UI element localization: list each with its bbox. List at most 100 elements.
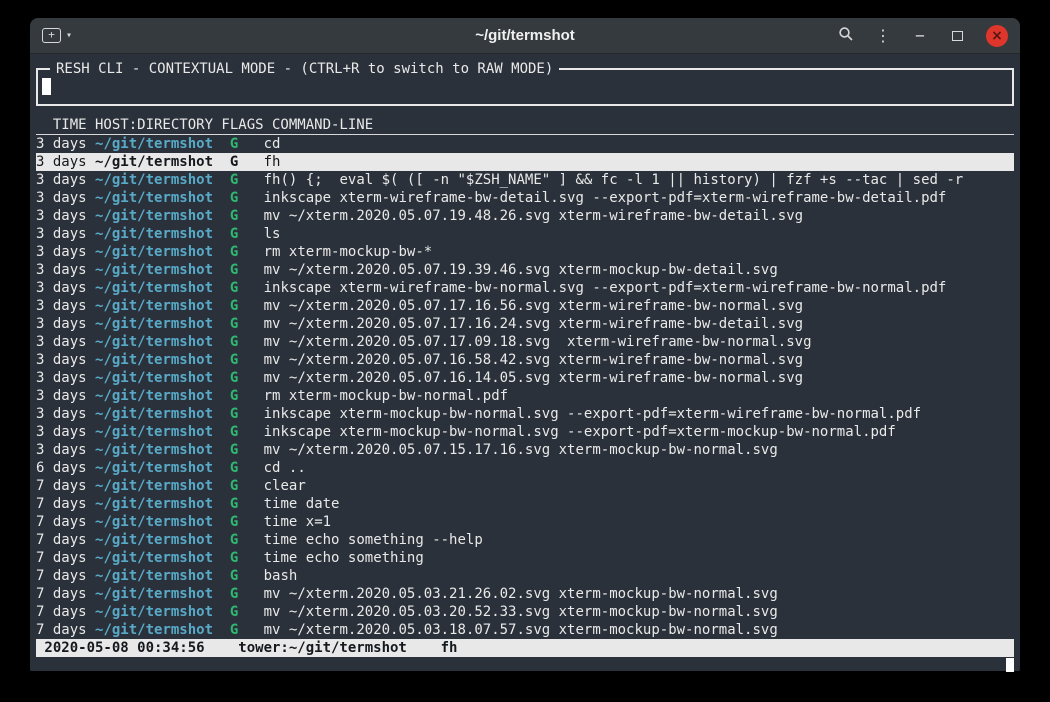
row-command: mv ~/xterm.2020.05.07.17.16.56.svg xterm… [264,298,803,314]
row-flags: G [230,550,238,566]
history-row[interactable]: 7 days ~/git/termshot G time date [36,495,1014,513]
restore-button[interactable] [949,28,965,44]
row-flags: G [230,586,238,602]
row-host-directory: ~/git/termshot [95,370,213,386]
row-host-directory: ~/git/termshot [95,334,213,350]
row-host-directory: ~/git/termshot [95,514,213,530]
row-flags: G [230,226,238,242]
history-row[interactable]: 7 days ~/git/termshot G time x=1 [36,513,1014,531]
row-time: 7 days [36,514,87,530]
row-flags: G [230,316,238,332]
history-row[interactable]: 3 days ~/git/termshot G cd [36,135,1014,153]
row-time: 3 days [36,334,87,350]
history-row[interactable]: 3 days ~/git/termshot G mv ~/xterm.2020.… [36,369,1014,387]
history-row[interactable]: 3 days ~/git/termshot G ls [36,225,1014,243]
row-flags: G [230,604,238,620]
row-flags: G [230,154,238,170]
history-row[interactable]: 3 days ~/git/termshot G rm xterm-mockup-… [36,243,1014,261]
history-row[interactable]: 3 days ~/git/termshot G mv ~/xterm.2020.… [36,333,1014,351]
history-row[interactable]: 3 days ~/git/termshot G mv ~/xterm.2020.… [36,315,1014,333]
row-time: 3 days [36,190,87,206]
row-command: ls [264,226,281,242]
chevron-down-icon: ▾ [66,28,72,44]
titlebar: + ▾ ~/git/termshot ⋮ − × [30,18,1020,54]
row-flags: G [230,424,238,440]
row-time: 7 days [36,622,87,638]
row-flags: G [230,280,238,296]
help-bar: HELP: type to search, UP/DOWN to select,… [36,657,1014,672]
row-host-directory: ~/git/termshot [95,226,213,242]
menu-button[interactable]: ⋮ [875,28,891,44]
history-row[interactable]: 7 days ~/git/termshot G time echo someth… [36,531,1014,549]
row-host-directory: ~/git/termshot [95,244,213,260]
search-button[interactable] [838,26,854,45]
history-row[interactable]: 3 days ~/git/termshot G inkscape xterm-w… [36,279,1014,297]
row-command: mv ~/xterm.2020.05.07.17.16.24.svg xterm… [264,316,803,332]
row-host-directory: ~/git/termshot [95,550,213,566]
row-command: cd [264,136,281,152]
row-time: 3 days [36,226,87,242]
search-input[interactable]: RESH CLI - CONTEXTUAL MODE - (CTRL+R to … [36,68,1014,106]
history-row[interactable]: 7 days ~/git/termshot G bash [36,567,1014,585]
row-host-directory: ~/git/termshot [95,622,213,638]
row-command: mv ~/xterm.2020.05.07.15.17.16.svg xterm… [264,442,778,458]
row-flags: G [230,190,238,206]
history-row[interactable]: 7 days ~/git/termshot G mv ~/xterm.2020.… [36,621,1014,639]
history-row[interactable]: 3 days ~/git/termshot G inkscape xterm-w… [36,189,1014,207]
row-flags: G [230,622,238,638]
row-time: 3 days [36,280,87,296]
history-row[interactable]: 3 days ~/git/termshot G fh() {; eval $( … [36,171,1014,189]
row-flags: G [230,208,238,224]
row-command: inkscape xterm-wireframe-bw-normal.svg -… [264,280,947,296]
row-command: time x=1 [264,514,331,530]
terminal-window: + ▾ ~/git/termshot ⋮ − × [30,18,1020,672]
kebab-menu-icon: ⋮ [875,26,891,45]
history-row[interactable]: 7 days ~/git/termshot G mv ~/xterm.2020.… [36,603,1014,621]
row-flags: G [230,514,238,530]
row-command: inkscape xterm-wireframe-bw-detail.svg -… [264,190,947,206]
history-row[interactable]: 7 days ~/git/termshot G clear [36,477,1014,495]
history-row[interactable]: 3 days ~/git/termshot G mv ~/xterm.2020.… [36,207,1014,225]
status-bar: 2020-05-08 00:34:56 tower:~/git/termshot… [36,639,1014,657]
history-row[interactable]: 7 days ~/git/termshot G mv ~/xterm.2020.… [36,585,1014,603]
row-time: 3 days [36,172,87,188]
row-command: mv ~/xterm.2020.05.07.17.09.18.svg xterm… [264,334,812,350]
close-button[interactable]: × [986,25,1008,47]
history-row[interactable]: 3 days ~/git/termshot G inkscape xterm-m… [36,423,1014,441]
text-cursor [42,78,51,95]
row-flags: G [230,136,238,152]
row-flags: G [230,172,238,188]
history-row-selected[interactable]: 3 days ~/git/termshot G fh [36,153,1014,171]
row-command: inkscape xterm-mockup-bw-normal.svg --ex… [264,406,921,422]
row-time: 7 days [36,604,87,620]
row-command: mv ~/xterm.2020.05.03.20.52.33.svg xterm… [264,604,778,620]
row-flags: G [230,496,238,512]
row-command: rm xterm-mockup-bw-* [264,244,433,260]
row-host-directory: ~/git/termshot [95,478,213,494]
row-command: mv ~/xterm.2020.05.07.19.39.46.svg xterm… [264,262,778,278]
row-time: 7 days [36,496,87,512]
history-row[interactable]: 3 days ~/git/termshot G mv ~/xterm.2020.… [36,261,1014,279]
history-row[interactable]: 7 days ~/git/termshot G time echo someth… [36,549,1014,567]
row-host-directory: ~/git/termshot [95,496,213,512]
row-host-directory: ~/git/termshot [95,406,213,422]
history-row[interactable]: 3 days ~/git/termshot G inkscape xterm-m… [36,405,1014,423]
history-row[interactable]: 3 days ~/git/termshot G mv ~/xterm.2020.… [36,297,1014,315]
row-command: mv ~/xterm.2020.05.03.21.26.02.svg xterm… [264,586,778,602]
new-tab-button[interactable]: + ▾ [42,28,72,44]
row-command: clear [264,478,306,494]
history-row[interactable]: 6 days ~/git/termshot G cd .. [36,459,1014,477]
row-host-directory: ~/git/termshot [95,604,213,620]
column-header-row: TIME HOST:DIRECTORY FLAGS COMMAND-LINE [36,116,1014,135]
row-host-directory: ~/git/termshot [95,352,213,368]
row-flags: G [230,406,238,422]
row-flags: G [230,352,238,368]
history-row[interactable]: 3 days ~/git/termshot G mv ~/xterm.2020.… [36,351,1014,369]
history-row[interactable]: 3 days ~/git/termshot G mv ~/xterm.2020.… [36,441,1014,459]
row-time: 3 days [36,442,87,458]
row-command: inkscape xterm-mockup-bw-normal.svg --ex… [264,424,896,440]
history-row[interactable]: 3 days ~/git/termshot G rm xterm-mockup-… [36,387,1014,405]
row-host-directory: ~/git/termshot [95,442,213,458]
row-time: 3 days [36,298,87,314]
minimize-button[interactable]: − [912,28,928,44]
